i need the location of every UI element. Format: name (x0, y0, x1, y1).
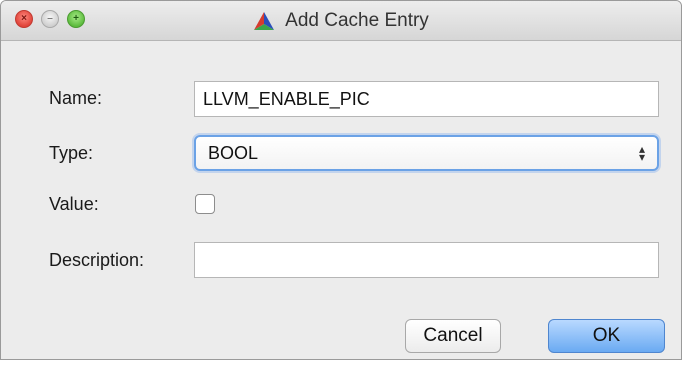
updown-chevron-icon: ▴ ▾ (638, 142, 645, 164)
description-input[interactable] (194, 242, 659, 278)
window-title: Add Cache Entry (285, 10, 429, 31)
name-input[interactable]: LLVM_ENABLE_PIC (194, 81, 659, 117)
name-input-value: LLVM_ENABLE_PIC (203, 88, 370, 109)
type-select-value: BOOL (208, 142, 259, 163)
ok-button-label: OK (592, 325, 621, 346)
value-label: Value: (49, 194, 99, 214)
cancel-button[interactable]: Cancel (405, 319, 501, 353)
title-bar: × – + Add Cache Entry (1, 1, 681, 41)
type-label: Type: (49, 143, 94, 163)
cancel-button-label: Cancel (423, 325, 483, 346)
name-label: Name: (49, 88, 103, 108)
value-checkbox[interactable] (195, 194, 215, 214)
ok-button[interactable]: OK (548, 319, 665, 353)
window-title-group: Add Cache Entry (1, 1, 681, 41)
description-label: Description: (49, 250, 145, 270)
type-select[interactable]: BOOL ▴ ▾ (194, 135, 659, 171)
cmake-triangle-icon (254, 12, 275, 30)
add-cache-entry-dialog: × – + Add Cache Entry Name: LLVM_ENABLE_… (0, 0, 682, 360)
